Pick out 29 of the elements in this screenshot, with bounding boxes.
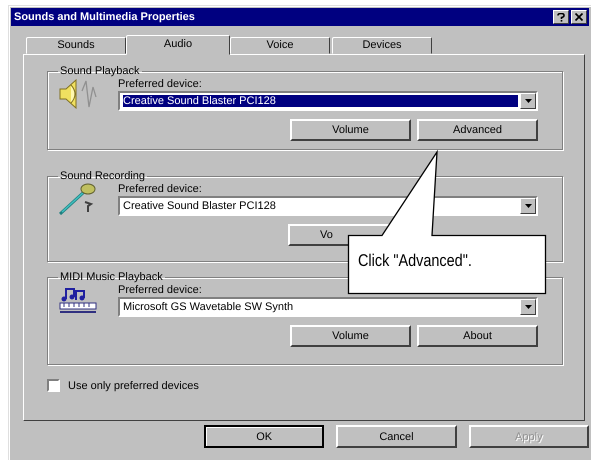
dialog-button[interactable]: Volume (290, 119, 411, 141)
help-button[interactable] (553, 10, 569, 24)
dialog-button[interactable]: Advanced (417, 119, 538, 141)
device-dropdown[interactable]: Microsoft GS Wavetable SW Synth (118, 297, 538, 317)
music-keyboard-icon (60, 288, 96, 313)
close-button[interactable] (571, 10, 587, 24)
checkbox-label[interactable]: Use only preferred devices (68, 380, 199, 392)
field-label: Preferred device: (118, 182, 203, 196)
microphone-icon (58, 184, 96, 216)
group-title: MIDI Music Playback (59, 271, 164, 283)
group-title: Sound Recording (59, 170, 146, 182)
group-title: Sound Playback (59, 65, 140, 77)
close-icon (575, 13, 583, 21)
tooltip-text: Click "Advanced". (358, 251, 472, 271)
device-dropdown[interactable]: Creative Sound Blaster PCI128 (118, 196, 538, 216)
checkbox[interactable] (47, 379, 60, 392)
window-title: Sounds and Multimedia Properties (14, 11, 195, 23)
dialog-button[interactable]: Cancel (336, 425, 457, 448)
speaker-icon (60, 78, 97, 110)
tab[interactable]: Devices (332, 37, 432, 54)
dialog-button[interactable]: OK (204, 425, 324, 448)
dialog-button[interactable]: About (417, 325, 538, 347)
question-mark-icon (557, 12, 565, 22)
device-dropdown[interactable]: Creative Sound Blaster PCI128 (118, 91, 538, 111)
tab[interactable]: Voice (230, 37, 330, 54)
field-label: Preferred device: (118, 77, 203, 91)
dialog-button[interactable]: Volume (290, 325, 411, 347)
tab[interactable]: Audio (126, 35, 230, 55)
field-label: Preferred device: (118, 283, 203, 297)
